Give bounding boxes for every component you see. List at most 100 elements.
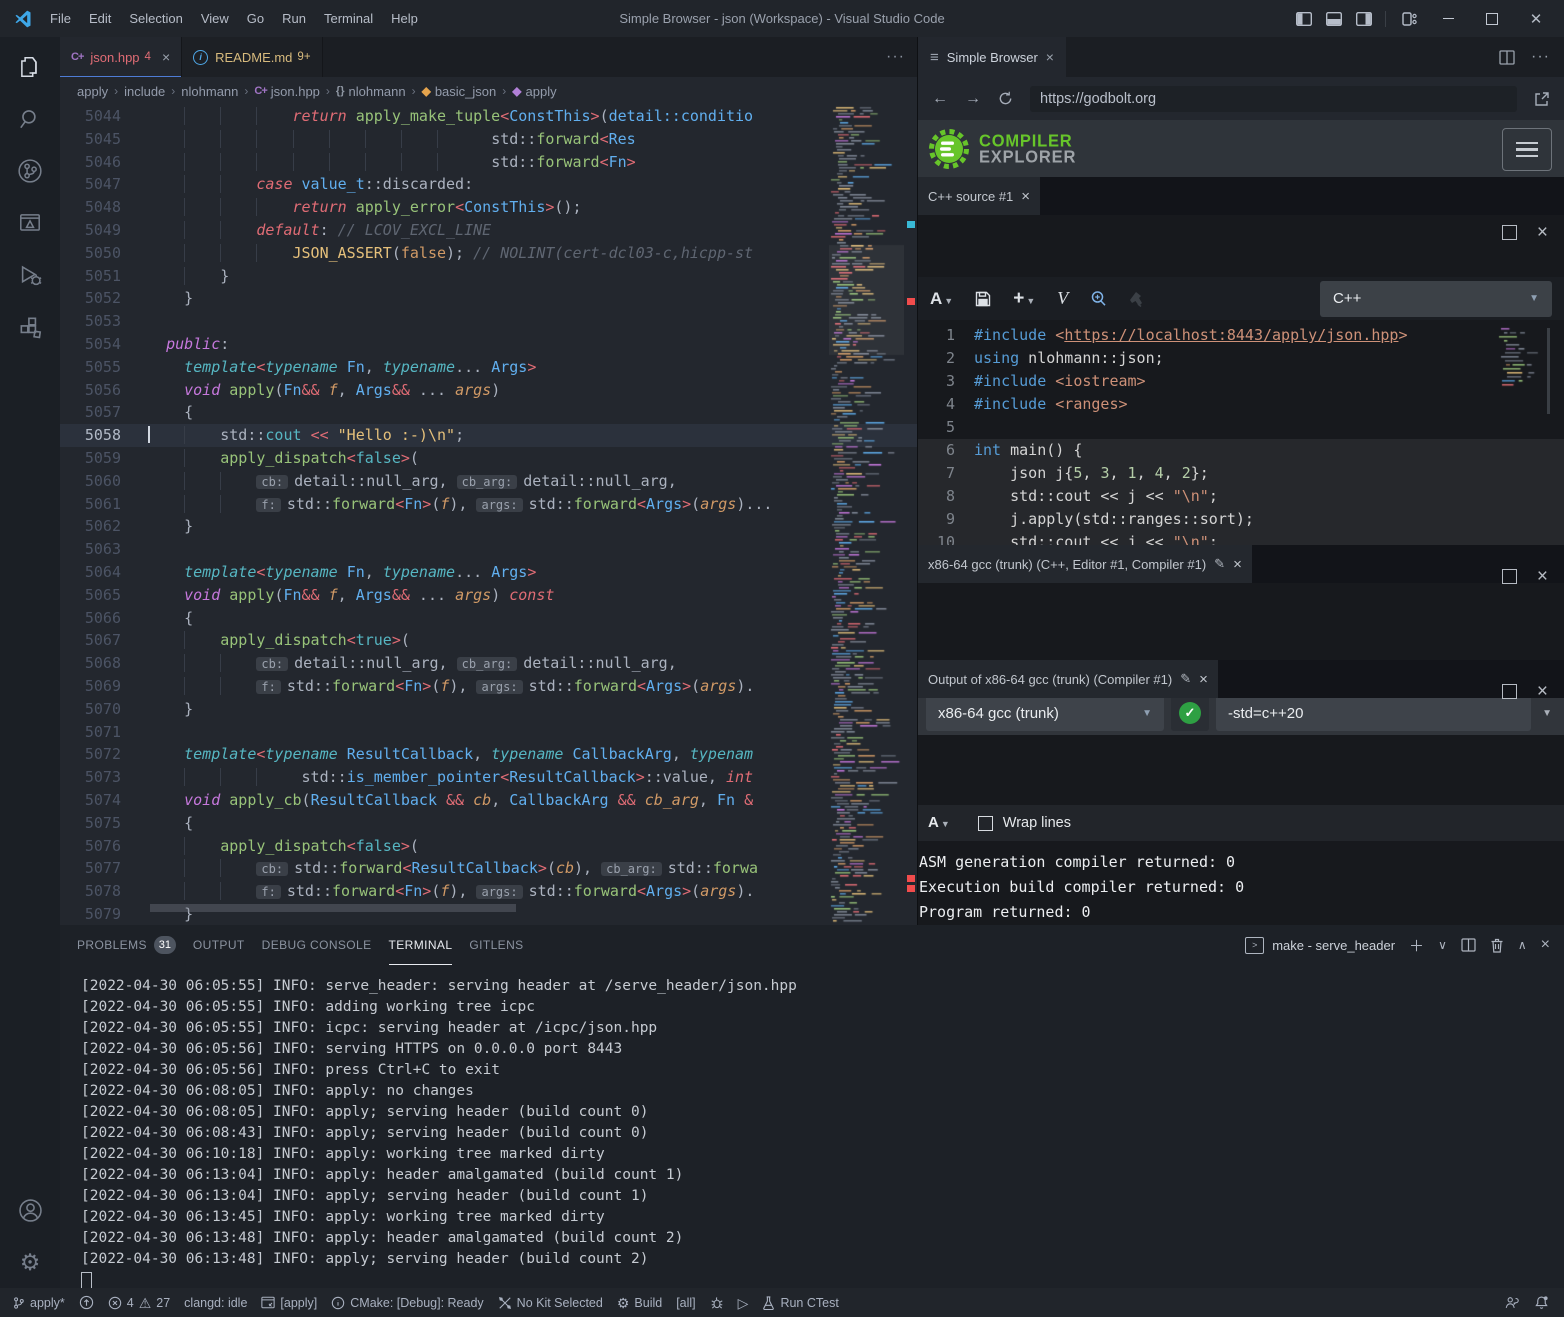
code-line[interactable]: 5061 f:std::forward<Fn>(f), args:std::fo… <box>60 493 917 516</box>
code-line[interactable]: 5047 case value_t::discarded: <box>60 173 917 196</box>
close-pane-icon[interactable]: × <box>1199 671 1208 688</box>
breadcrumb-item[interactable]: apply <box>77 84 108 99</box>
save-icon[interactable] <box>975 291 991 307</box>
back-icon[interactable]: ← <box>932 90 948 108</box>
close-panel-icon[interactable]: × <box>1541 936 1550 954</box>
code-line[interactable]: 5066 { <box>60 607 917 630</box>
hamburger-menu-icon[interactable] <box>1502 128 1552 171</box>
code-line[interactable]: 5069 f:std::forward<Fn>(f), args:std::fo… <box>60 675 917 698</box>
code-line[interactable]: 5078 f:std::forward<Fn>(f), args:std::fo… <box>60 880 917 903</box>
close-pane-icon[interactable]: × <box>1537 223 1548 242</box>
extensions-icon[interactable] <box>0 301 60 353</box>
close-pane-icon[interactable]: × <box>1537 682 1548 701</box>
source-pane-tab[interactable]: C++ source #1 × <box>918 177 1040 215</box>
horizontal-scrollbar[interactable] <box>150 904 516 912</box>
code-line[interactable]: 5071 <box>60 721 917 744</box>
cmake-project-item[interactable]: [apply] <box>254 1288 324 1317</box>
tab-simple-browser[interactable]: ≡ Simple Browser × <box>918 37 1066 77</box>
menu-view[interactable]: View <box>192 0 238 37</box>
split-editor-icon[interactable] <box>1499 50 1515 65</box>
search-icon[interactable] <box>0 93 60 145</box>
minimize-button[interactable] <box>1428 0 1468 37</box>
forward-icon[interactable]: → <box>965 90 981 108</box>
code-line[interactable]: 5056 void apply(Fn&& f, Args&& ... args) <box>60 379 917 402</box>
code-line[interactable]: 5049 default: // LCOV_EXCL_LINE <box>60 219 917 242</box>
code-line[interactable]: 5060 cb:detail::null_arg, cb_arg:detail:… <box>60 470 917 493</box>
tab-json-hpp[interactable]: C+ json.hpp 4 × <box>60 37 182 77</box>
code-line[interactable]: 5052 } <box>60 287 917 310</box>
code-line[interactable]: 5058 std::cout << "Hello :-)\n"; <box>60 424 917 447</box>
code-line[interactable]: 5044 return apply_make_tuple<ConstThis>(… <box>60 105 917 128</box>
rename-pane-icon[interactable]: ✎ <box>1180 671 1191 687</box>
code-line[interactable]: 5072 template<typename ResultCallback, t… <box>60 743 917 766</box>
font-size-button[interactable]: A▼ <box>930 289 953 309</box>
git-branch-item[interactable]: apply* <box>5 1288 72 1317</box>
code-line[interactable]: 5050 JSON_ASSERT(false); // NOLINT(cert-… <box>60 242 917 265</box>
code-line[interactable]: 5046 std::forward<Fn> <box>60 151 917 174</box>
close-tab-icon[interactable]: × <box>162 49 170 65</box>
clangd-status-item[interactable]: clangd: idle <box>177 1288 254 1317</box>
more-actions-icon[interactable]: ··· <box>1531 48 1550 66</box>
kill-terminal-icon[interactable] <box>1490 938 1504 953</box>
customize-layout-icon[interactable] <box>1394 0 1424 37</box>
breadcrumb-item[interactable]: nlohmann <box>181 84 238 99</box>
code-line[interactable]: 5074 void apply_cb(ResultCallback && cb,… <box>60 789 917 812</box>
menu-go[interactable]: Go <box>238 0 273 37</box>
feedback-item[interactable] <box>1497 1288 1527 1317</box>
open-external-icon[interactable] <box>1534 91 1550 107</box>
editor-more-actions[interactable]: ··· <box>886 37 917 77</box>
compiler-select[interactable]: x86-64 gcc (trunk) ▼ <box>926 695 1164 731</box>
kit-item[interactable]: No Kit Selected <box>491 1288 610 1317</box>
code-line[interactable]: 5062 } <box>60 515 917 538</box>
code-line[interactable]: 5063 <box>60 538 917 561</box>
close-window-button[interactable]: ✕ <box>1516 0 1556 37</box>
build-target-item[interactable]: [all] <box>669 1288 702 1317</box>
menu-edit[interactable]: Edit <box>80 0 120 37</box>
source-line[interactable]: 8 std::cout << j << "\n"; <box>918 485 1564 508</box>
code-line[interactable]: 5070 } <box>60 698 917 721</box>
code-line[interactable]: 5054 public: <box>60 333 917 356</box>
pin-icon[interactable] <box>1129 291 1144 307</box>
settings-gear-icon[interactable]: ⚙ <box>0 1236 60 1288</box>
maximize-pane-icon[interactable] <box>1502 225 1517 240</box>
breadcrumb-item[interactable]: ◆basic_json <box>422 84 497 99</box>
menu-run[interactable]: Run <box>273 0 315 37</box>
breadcrumb-item[interactable]: C+json.hpp <box>254 84 320 99</box>
source-line[interactable]: 6int main() { <box>918 439 1564 462</box>
maximize-pane-icon[interactable] <box>1502 569 1517 584</box>
source-control-icon[interactable] <box>0 145 60 197</box>
add-pane-button[interactable]: +▼ <box>1013 288 1035 310</box>
close-pane-icon[interactable]: × <box>1537 567 1548 586</box>
source-scrollbar[interactable] <box>1547 328 1550 414</box>
problems-item[interactable]: 4 ⚠ 27 <box>101 1288 177 1317</box>
build-item[interactable]: ⚙ Build <box>610 1288 669 1317</box>
code-line[interactable]: 5073 std::is_member_pointer<ResultCallba… <box>60 766 917 789</box>
breadcrumb-item[interactable]: ◆apply <box>512 84 556 99</box>
cmake-status-item[interactable]: CMake: [Debug]: Ready <box>324 1288 490 1317</box>
terminal-process[interactable]: > make - serve_header <box>1245 937 1395 954</box>
output-pane-tab[interactable]: Output of x86-64 gcc (trunk) (Compiler #… <box>918 660 1218 698</box>
source-line[interactable]: 3#include <iostream> <box>918 370 1564 393</box>
panel-tab-problems[interactable]: PROBLEMS31 <box>77 925 176 965</box>
tab-readme-md[interactable]: i README.md 9+ <box>182 37 322 77</box>
options-dropdown-icon[interactable]: ▼ <box>1538 708 1556 719</box>
code-line[interactable]: 5077 cb:std::forward<ResultCallback>(cb)… <box>60 857 917 880</box>
compiler-explorer-logo[interactable]: COMPILER EXPLORER <box>918 128 1076 170</box>
breadcrumb-item[interactable]: include <box>124 84 165 99</box>
close-pane-icon[interactable]: × <box>1021 188 1030 205</box>
maximize-panel-icon[interactable]: ∧ <box>1518 938 1527 952</box>
source-line[interactable]: 7 json j{5, 3, 1, 4, 2}; <box>918 462 1564 485</box>
menu-selection[interactable]: Selection <box>120 0 191 37</box>
split-terminal-icon[interactable] <box>1461 938 1476 952</box>
source-line[interactable]: 9 j.apply(std::ranges::sort); <box>918 508 1564 531</box>
code-line[interactable]: 5068 cb:detail::null_arg, cb_arg:detail:… <box>60 652 917 675</box>
menu-file[interactable]: File <box>41 0 80 37</box>
toggle-secondary-sidebar-icon[interactable] <box>1351 0 1377 37</box>
code-line[interactable]: 5059 apply_dispatch<false>( <box>60 447 917 470</box>
source-line[interactable]: 4#include <ranges> <box>918 393 1564 416</box>
menu-help[interactable]: Help <box>382 0 427 37</box>
code-editor[interactable]: 5044 return apply_make_tuple<ConstThis>(… <box>60 105 917 925</box>
code-line[interactable]: 5051 } <box>60 265 917 288</box>
godbolt-source-editor[interactable]: 1#include <https://localhost:8443/apply/… <box>918 324 1564 582</box>
panel-tab-terminal[interactable]: TERMINAL <box>389 925 453 965</box>
